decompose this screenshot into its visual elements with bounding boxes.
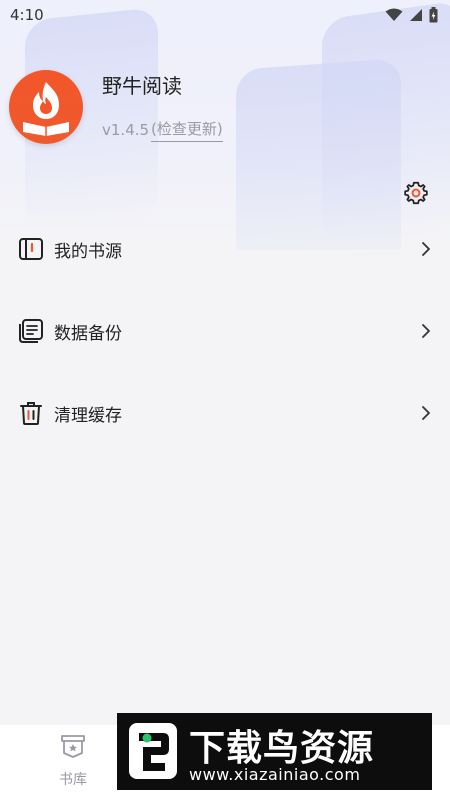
book-source-icon: [18, 236, 44, 262]
data-backup-icon: [18, 318, 44, 344]
watermark-banner: 下载鸟资源 www.xiazainiao.com: [117, 713, 432, 790]
status-time: 4:10: [10, 6, 44, 24]
menu-item-book-source[interactable]: 我的书源: [0, 208, 450, 290]
tab-bookshelf[interactable]: 书库: [38, 733, 108, 793]
cellular-signal-icon: [409, 8, 423, 22]
app-name: 野牛阅读: [102, 74, 182, 98]
menu-item-label: 我的书源: [54, 241, 122, 262]
status-bar: 4:10: [0, 0, 450, 30]
wifi-icon: [385, 8, 403, 22]
chevron-right-icon: [418, 241, 434, 257]
chevron-right-icon: [418, 405, 434, 421]
menu-item-label: 数据备份: [54, 323, 122, 344]
settings-menu: 我的书源 数据备份 清理缓存: [0, 208, 450, 454]
menu-item-data-backup[interactable]: 数据备份: [0, 290, 450, 372]
status-icons: [385, 7, 438, 23]
app-logo-avatar[interactable]: [9, 70, 83, 144]
bookshelf-icon: [59, 733, 87, 763]
tab-label: 书库: [59, 772, 87, 788]
settings-button[interactable]: [403, 180, 429, 206]
version-row: v1.4.5 (检查更新): [102, 118, 223, 142]
battery-charging-icon: [429, 7, 438, 23]
menu-item-clear-cache[interactable]: 清理缓存: [0, 372, 450, 454]
trash-icon: [18, 400, 44, 426]
bird-logo-icon: [125, 719, 181, 783]
watermark-title: 下载鸟资源: [189, 728, 375, 769]
watermark-url: www.xiazainiao.com: [189, 765, 361, 784]
chevron-right-icon: [418, 323, 434, 339]
check-update-link[interactable]: (检查更新): [151, 118, 223, 142]
version-label: v1.4.5: [102, 121, 150, 139]
menu-item-label: 清理缓存: [54, 405, 122, 426]
